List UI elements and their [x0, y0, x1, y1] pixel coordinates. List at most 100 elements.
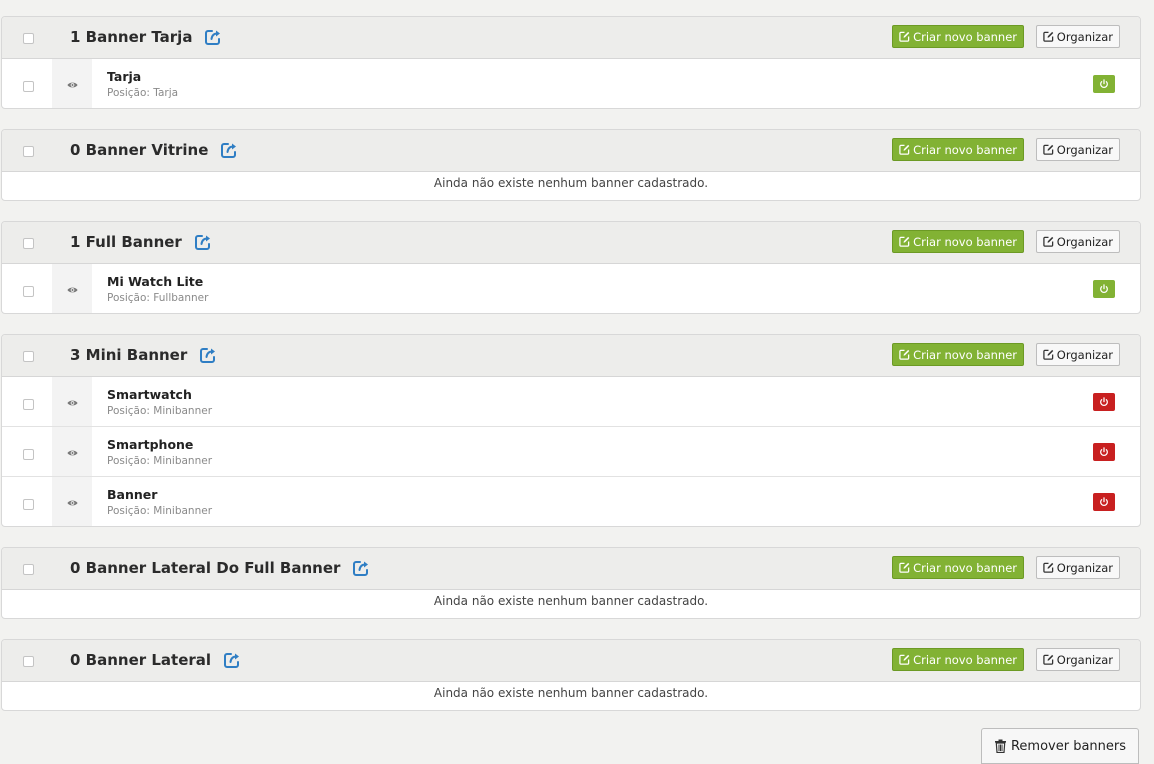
edit-square-icon: [899, 236, 910, 247]
banner-section: 1 Full Banner Criar novo banner Organizar M…: [1, 221, 1141, 314]
empty-state-message: Ainda não existe nenhum banner cadastrad…: [433, 686, 709, 700]
create-banner-button[interactable]: Criar novo banner: [892, 138, 1024, 161]
banner-select-checkbox[interactable]: [23, 399, 34, 410]
power-icon: [1099, 79, 1109, 89]
banner-section: 0 Banner Vitrine Criar novo banner Organiz…: [1, 129, 1141, 201]
status-toggle-button[interactable]: [1093, 443, 1115, 461]
create-banner-button[interactable]: Criar novo banner: [892, 648, 1024, 671]
eye-icon: [66, 492, 78, 511]
organize-label: Organizar: [1056, 560, 1113, 575]
preview-cell[interactable]: [52, 264, 92, 313]
status-toggle-button[interactable]: [1093, 75, 1115, 93]
edit-square-icon: [1043, 654, 1054, 665]
create-banner-button[interactable]: Criar novo banner: [892, 25, 1024, 48]
status-toggle-button[interactable]: [1093, 493, 1115, 511]
external-share-icon[interactable]: [199, 346, 217, 364]
create-banner-label: Criar novo banner: [913, 652, 1017, 667]
banner-section: 0 Banner Lateral Do Full Banner Criar nov…: [1, 547, 1141, 619]
create-banner-label: Criar novo banner: [913, 347, 1017, 362]
organize-button[interactable]: Organizar: [1035, 25, 1120, 48]
preview-cell[interactable]: [52, 477, 92, 526]
status-toggle-button[interactable]: [1093, 393, 1115, 411]
eye-icon: [66, 392, 78, 411]
banner-position: Posição: Fullbanner: [107, 292, 209, 304]
section-title: 1 Full Banner: [70, 233, 212, 251]
banner-section: 3 Mini Banner Criar novo banner Organizar S…: [1, 334, 1141, 527]
section-header: 1 Full Banner Criar novo banner Organizar: [2, 222, 1140, 264]
external-share-icon[interactable]: [220, 141, 238, 159]
power-icon: [1099, 447, 1109, 457]
empty-state-message: Ainda não existe nenhum banner cadastrad…: [433, 176, 709, 190]
create-banner-button[interactable]: Criar novo banner: [892, 556, 1024, 579]
create-banner-label: Criar novo banner: [913, 142, 1017, 157]
trash-icon: [994, 739, 1006, 753]
section-title-text: 0 Banner Vitrine: [70, 141, 209, 159]
section-select-checkbox[interactable]: [23, 351, 34, 362]
edit-square-icon: [1043, 31, 1054, 42]
edit-square-icon: [1043, 236, 1054, 247]
remove-banners-button[interactable]: Remover banners: [981, 728, 1139, 764]
section-title-text: 3 Mini Banner: [70, 346, 188, 364]
create-banner-button[interactable]: Criar novo banner: [892, 343, 1024, 366]
banner-list: Mi Watch Lite Posição: Fullbanner: [2, 264, 1140, 313]
section-title: 1 Banner Tarja: [70, 28, 222, 46]
section-header: 0 Banner Lateral Do Full Banner Criar nov…: [2, 548, 1140, 590]
preview-cell[interactable]: [52, 377, 92, 426]
banner-name[interactable]: Banner: [107, 487, 157, 502]
section-title: 0 Banner Lateral: [70, 651, 241, 669]
banner-row: Tarja Posição: Tarja: [2, 59, 1140, 108]
organize-button[interactable]: Organizar: [1035, 230, 1120, 253]
preview-cell[interactable]: [52, 59, 92, 108]
banner-position: Posição: Minibanner: [107, 405, 213, 417]
preview-cell[interactable]: [52, 427, 92, 476]
eye-icon: [66, 279, 78, 298]
create-banner-button[interactable]: Criar novo banner: [892, 230, 1024, 253]
organize-button[interactable]: Organizar: [1035, 648, 1120, 671]
external-share-icon[interactable]: [223, 651, 241, 669]
banner-select-checkbox[interactable]: [23, 499, 34, 510]
banner-row: Smartphone Posição: Minibanner: [2, 426, 1140, 476]
external-share-icon[interactable]: [194, 233, 212, 251]
edit-square-icon: [899, 562, 910, 573]
section-header: 3 Mini Banner Criar novo banner Organizar: [2, 335, 1140, 377]
section-select-checkbox[interactable]: [23, 564, 34, 575]
power-icon: [1099, 284, 1109, 294]
edit-square-icon: [1043, 144, 1054, 155]
organize-button[interactable]: Organizar: [1035, 556, 1120, 579]
organize-label: Organizar: [1056, 29, 1113, 44]
organize-button[interactable]: Organizar: [1035, 138, 1120, 161]
section-header: 1 Banner Tarja Criar novo banner Organizar: [2, 17, 1140, 59]
section-title-text: 0 Banner Lateral: [70, 651, 212, 669]
create-banner-label: Criar novo banner: [913, 234, 1017, 249]
banner-position: Posição: Minibanner: [107, 455, 213, 467]
banner-list: Tarja Posição: Tarja: [2, 59, 1140, 108]
banner-position: Posição: Minibanner: [107, 505, 213, 517]
banner-list: Smartwatch Posição: Minibanner Smartphone P…: [2, 377, 1140, 526]
status-toggle-button[interactable]: [1093, 280, 1115, 298]
section-title: 0 Banner Lateral Do Full Banner: [70, 559, 370, 577]
banner-select-checkbox[interactable]: [23, 449, 34, 460]
banner-section: 0 Banner Lateral Criar novo banner Organiz…: [1, 639, 1141, 711]
edit-square-icon: [899, 31, 910, 42]
section-select-checkbox[interactable]: [23, 656, 34, 667]
banner-select-checkbox[interactable]: [23, 286, 34, 297]
section-header: 0 Banner Vitrine Criar novo banner Organiz…: [2, 130, 1140, 172]
power-icon: [1099, 397, 1109, 407]
section-title-text: 1 Banner Tarja: [70, 28, 193, 46]
section-select-checkbox[interactable]: [23, 238, 34, 249]
banner-name[interactable]: Mi Watch Lite: [107, 274, 203, 289]
banner-name[interactable]: Smartwatch: [107, 387, 192, 402]
section-title: 0 Banner Vitrine: [70, 141, 238, 159]
banner-name[interactable]: Smartphone: [107, 437, 193, 452]
section-select-checkbox[interactable]: [23, 146, 34, 157]
banner-name[interactable]: Tarja: [107, 69, 141, 84]
banner-select-checkbox[interactable]: [23, 81, 34, 92]
organize-button[interactable]: Organizar: [1035, 343, 1120, 366]
section-select-checkbox[interactable]: [23, 33, 34, 44]
eye-icon: [66, 74, 78, 93]
edit-square-icon: [899, 144, 910, 155]
external-share-icon[interactable]: [204, 28, 222, 46]
section-header: 0 Banner Lateral Criar novo banner Organiz…: [2, 640, 1140, 682]
organize-label: Organizar: [1056, 347, 1113, 362]
external-share-icon[interactable]: [352, 559, 370, 577]
